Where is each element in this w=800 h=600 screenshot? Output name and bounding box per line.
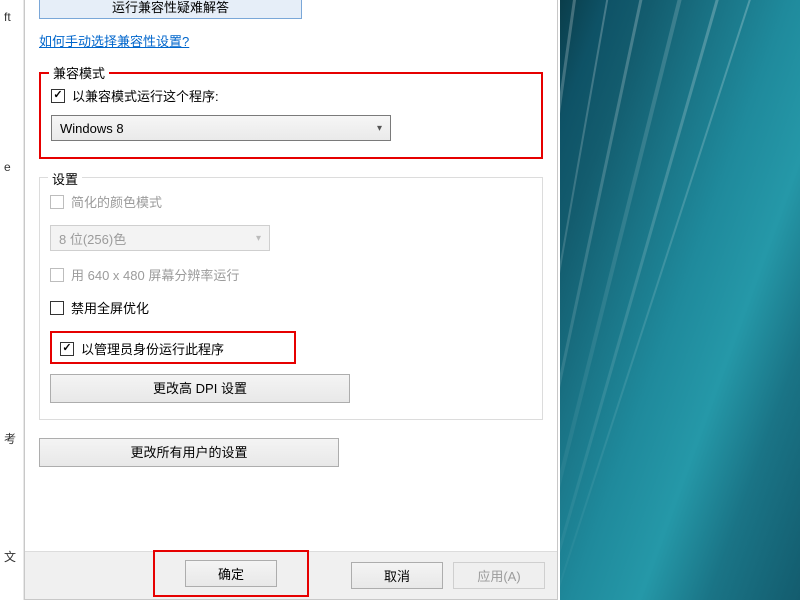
compat-group-label: 兼容模式: [49, 63, 109, 82]
run-as-admin-row[interactable]: 以管理员身份运行此程序: [60, 339, 286, 358]
troubleshoot-label: 运行兼容性疑难解答: [112, 0, 229, 15]
low-res-checkbox: [50, 268, 64, 282]
change-settings-for-all-users-button[interactable]: 更改所有用户的设置: [39, 438, 339, 467]
compat-mode-dropdown-value: Windows 8: [60, 121, 124, 136]
background-window-sliver: ft e 考 文: [0, 0, 24, 600]
chevron-down-icon: ▾: [377, 123, 382, 134]
run-compatibility-troubleshooter-button[interactable]: 运行兼容性疑难解答: [39, 0, 302, 19]
settings-group: 设置 简化的颜色模式 8 位(256)色 ▾ 用 640 x 480 屏幕分辨率…: [39, 177, 543, 420]
compat-mode-checkbox-label: 以兼容模式运行这个程序:: [72, 86, 219, 105]
color-depth-value: 8 位(256)色: [59, 229, 126, 248]
low-res-label: 用 640 x 480 屏幕分辨率运行: [71, 265, 239, 284]
compatibility-mode-group: 兼容模式 以兼容模式运行这个程序: Windows 8 ▾: [39, 72, 543, 159]
disable-fullscreen-opt-checkbox[interactable]: [50, 301, 64, 315]
disable-fullscreen-opt-label: 禁用全屏优化: [71, 298, 149, 317]
low-res-checkbox-row: 用 640 x 480 屏幕分辨率运行: [50, 265, 532, 284]
ok-button-highlight: 确定: [153, 550, 309, 597]
reduced-color-label: 简化的颜色模式: [71, 192, 162, 211]
help-link-manual-compat-settings[interactable]: 如何手动选择兼容性设置?: [39, 31, 189, 50]
compat-mode-checkbox[interactable]: [51, 89, 65, 103]
disable-fullscreen-opt-row[interactable]: 禁用全屏优化: [50, 298, 532, 317]
color-depth-dropdown: 8 位(256)色 ▾: [50, 225, 270, 251]
reduced-color-checkbox: [50, 195, 64, 209]
run-as-admin-checkbox[interactable]: [60, 342, 74, 356]
compat-mode-checkbox-row[interactable]: 以兼容模式运行这个程序:: [51, 86, 531, 105]
run-as-admin-label: 以管理员身份运行此程序: [81, 339, 224, 358]
run-as-admin-highlight: 以管理员身份运行此程序: [50, 331, 296, 364]
desktop-wallpaper: [560, 0, 800, 600]
dialog-button-row: 确定 取消 应用(A): [25, 551, 557, 599]
compat-mode-dropdown[interactable]: Windows 8 ▾: [51, 115, 391, 141]
cancel-button[interactable]: 取消: [351, 562, 443, 589]
change-high-dpi-settings-button[interactable]: 更改高 DPI 设置: [50, 374, 350, 403]
apply-button: 应用(A): [453, 562, 545, 589]
settings-group-label: 设置: [48, 169, 82, 188]
ok-button[interactable]: 确定: [185, 560, 277, 587]
chevron-down-icon: ▾: [256, 233, 261, 244]
reduced-color-checkbox-row: 简化的颜色模式: [50, 192, 532, 211]
properties-dialog-compatibility-tab: 运行兼容性疑难解答 如何手动选择兼容性设置? 兼容模式 以兼容模式运行这个程序:…: [24, 0, 558, 600]
